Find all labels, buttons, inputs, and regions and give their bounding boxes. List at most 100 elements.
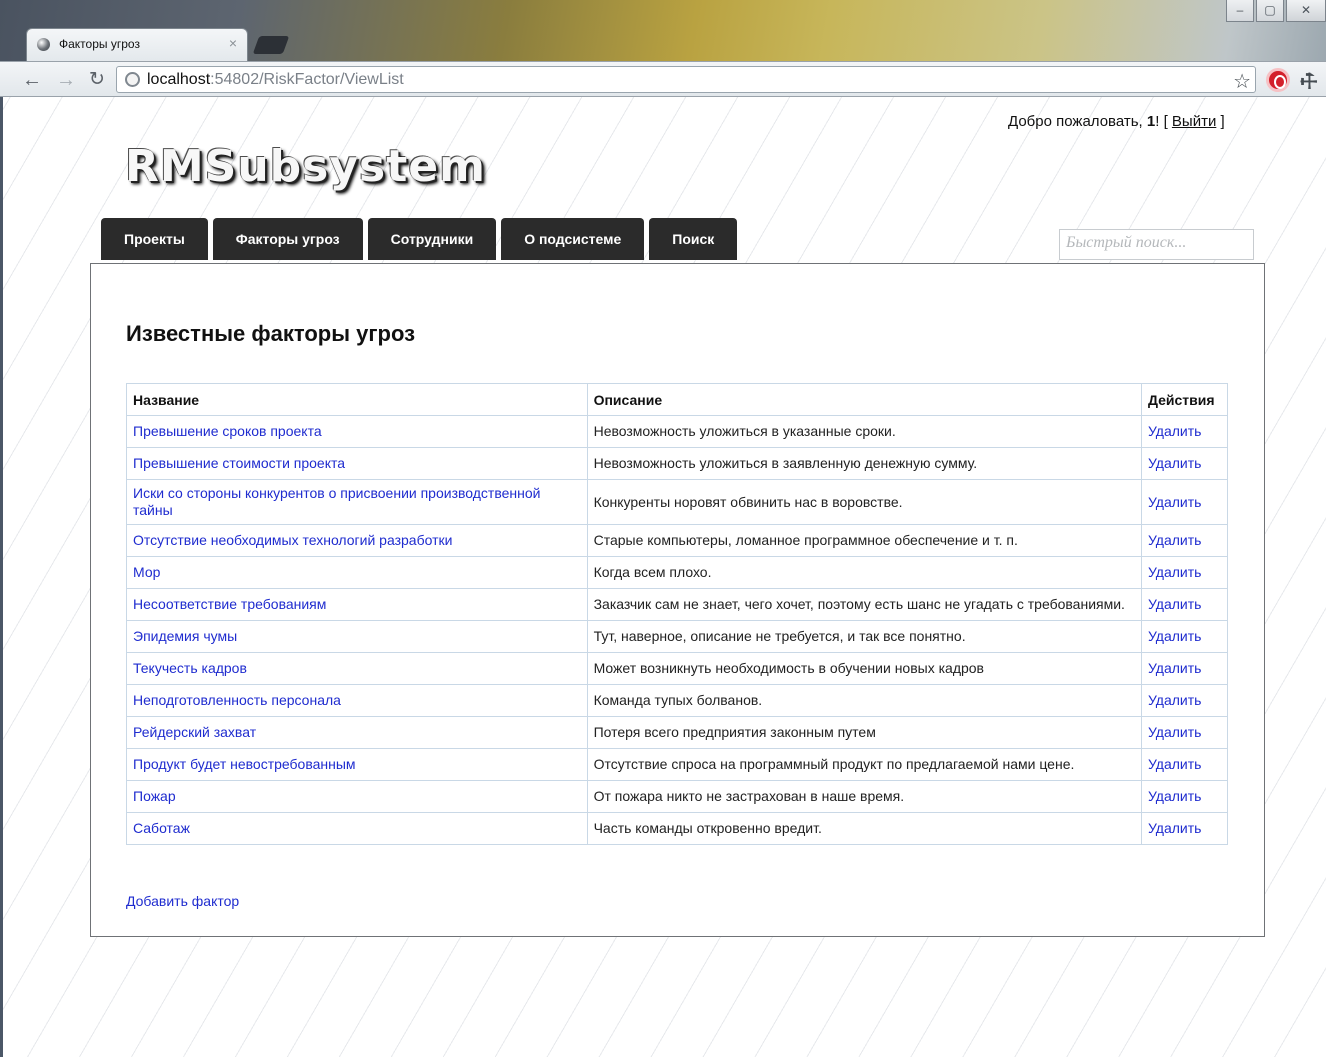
risk-name-cell: Мор bbox=[126, 556, 588, 589]
risk-name-link[interactable]: Продукт будет невостребованным bbox=[133, 756, 356, 772]
delete-link[interactable]: Удалить bbox=[1148, 423, 1201, 439]
minimize-button[interactable]: – bbox=[1226, 0, 1254, 22]
window-controls: – ▢ ✕ bbox=[1224, 0, 1326, 24]
star-icon[interactable]: ☆ bbox=[1233, 69, 1251, 94]
risk-name-link[interactable]: Рейдерский захват bbox=[133, 724, 256, 740]
page-title: Известные факторы угроз bbox=[126, 321, 416, 346]
risk-name-cell: Саботаж bbox=[126, 812, 588, 845]
risk-name-link[interactable]: Пожар bbox=[133, 788, 176, 804]
forward-arrow-icon[interactable]: → bbox=[56, 68, 76, 92]
risk-name-cell: Рейдерский захват bbox=[126, 716, 588, 749]
delete-link[interactable]: Удалить bbox=[1148, 820, 1201, 836]
wrench-icon[interactable]: ⚒ bbox=[1294, 66, 1324, 96]
page-favicon-icon bbox=[37, 38, 50, 51]
risk-name-link[interactable]: Превышение стоимости проекта bbox=[133, 455, 345, 471]
delete-link[interactable]: Удалить bbox=[1148, 756, 1201, 772]
risk-name-cell: Эпидемия чумы bbox=[126, 620, 588, 653]
risk-name-cell: Несоответствие требованиям bbox=[126, 588, 588, 621]
delete-link[interactable]: Удалить bbox=[1148, 564, 1201, 580]
delete-link[interactable]: Удалить bbox=[1148, 596, 1201, 612]
menu-projects[interactable]: Проекты bbox=[101, 218, 208, 260]
risk-name-link[interactable]: Отсутствие необходимых технологий разраб… bbox=[133, 532, 452, 548]
risk-actions-cell: Удалить bbox=[1140, 479, 1229, 525]
risk-name-cell: Пожар bbox=[126, 780, 588, 813]
risk-actions-cell: Удалить bbox=[1140, 652, 1229, 685]
table-row: Иски со стороны конкурентов о присвоении… bbox=[126, 479, 1229, 525]
welcome-message: Добро пожаловать, 1! [ Выйти ] bbox=[1008, 113, 1225, 130]
risk-actions-cell: Удалить bbox=[1140, 620, 1229, 653]
menu-risk-factors[interactable]: Факторы угроз bbox=[212, 218, 363, 260]
table-row: Превышение стоимости проекта Невозможност… bbox=[126, 447, 1229, 480]
column-header-actions: Действия bbox=[1140, 383, 1229, 416]
risk-name-link[interactable]: Несоответствие требованиям bbox=[133, 596, 326, 612]
page-viewport: Добро пожаловать, 1! [ Выйти ] RMSubsyst… bbox=[0, 97, 1326, 1057]
risk-description-cell: Отсутствие спроса на программный продукт… bbox=[586, 748, 1142, 781]
risk-actions-cell: Удалить bbox=[1140, 556, 1229, 589]
table-row: Рейдерский захват Потеря всего предприяти… bbox=[126, 716, 1229, 749]
risk-name-link[interactable]: Неподготовленность персонала bbox=[133, 692, 341, 708]
browser-chrome: Факторы угроз × – ▢ ✕ ← → ↻ localhost:54… bbox=[0, 0, 1326, 97]
tab-strip: Факторы угроз × – ▢ ✕ bbox=[0, 0, 1326, 62]
table-row: Несоответствие требованиям Заказчик сам н… bbox=[126, 588, 1229, 621]
risk-description-cell: Команда тупых болванов. bbox=[586, 684, 1142, 717]
column-header-description: Описание bbox=[586, 383, 1142, 416]
risk-name-cell: Текучесть кадров bbox=[126, 652, 588, 685]
add-factor-link[interactable]: Добавить фактор bbox=[126, 893, 239, 909]
delete-link[interactable]: Удалить bbox=[1148, 628, 1201, 644]
risk-actions-cell: Удалить bbox=[1140, 780, 1229, 813]
table-row: Текучесть кадров Может возникнуть необход… bbox=[126, 652, 1229, 685]
column-header-name: Название bbox=[126, 383, 588, 416]
risk-actions-cell: Удалить bbox=[1140, 812, 1229, 845]
delete-link[interactable]: Удалить bbox=[1148, 532, 1201, 548]
menu-search[interactable]: Поиск bbox=[649, 218, 738, 260]
risk-actions-cell: Удалить bbox=[1140, 684, 1229, 717]
risk-name-cell: Отсутствие необходимых технологий разраб… bbox=[126, 524, 588, 557]
username: 1 bbox=[1146, 113, 1156, 130]
risk-name-link[interactable]: Саботаж bbox=[133, 820, 190, 836]
risk-name-cell: Неподготовленность персонала bbox=[126, 684, 588, 717]
menu-employees[interactable]: Сотрудники bbox=[367, 218, 497, 260]
menu-about[interactable]: О подсистеме bbox=[501, 218, 645, 260]
risk-description-cell: От пожара никто не застрахован в наше вр… bbox=[586, 780, 1142, 813]
address-bar[interactable]: localhost:54802/RiskFactor/ViewList ☆ bbox=[116, 66, 1256, 93]
delete-link[interactable]: Удалить bbox=[1148, 660, 1201, 676]
risk-description-cell: Часть команды откровенно вредит. bbox=[586, 812, 1142, 845]
risk-name-link[interactable]: Текучесть кадров bbox=[133, 660, 247, 676]
table-row: Эпидемия чумы Тут, наверное, описание не … bbox=[126, 620, 1229, 653]
tab-close-icon[interactable]: × bbox=[229, 35, 237, 51]
risk-name-link[interactable]: Превышение сроков проекта bbox=[133, 423, 322, 439]
table-body: Превышение сроков проекта Невозможность у… bbox=[126, 415, 1229, 845]
risk-description-cell: Может возникнуть необходимость в обучени… bbox=[586, 652, 1142, 685]
risk-name-link[interactable]: Эпидемия чумы bbox=[133, 628, 237, 644]
browser-toolbar: ← → ↻ localhost:54802/RiskFactor/ViewLis… bbox=[0, 61, 1326, 97]
main-content: Известные факторы угроз Название Описани… bbox=[90, 263, 1265, 937]
site-logo[interactable]: RMSubsystem bbox=[125, 141, 486, 192]
logout-link[interactable]: Выйти bbox=[1172, 113, 1216, 130]
new-tab-button[interactable] bbox=[252, 36, 290, 54]
table-row: Пожар От пожара никто не застрахован в на… bbox=[126, 780, 1229, 813]
risk-description-cell: Тут, наверное, описание не требуется, и … bbox=[586, 620, 1142, 653]
close-window-button[interactable]: ✕ bbox=[1286, 0, 1326, 22]
main-menu: Проекты Факторы угроз Сотрудники О подси… bbox=[101, 218, 742, 260]
delete-link[interactable]: Удалить bbox=[1148, 724, 1201, 740]
risk-actions-cell: Удалить bbox=[1140, 748, 1229, 781]
risk-description-cell: Невозможность уложиться в указанные срок… bbox=[586, 415, 1142, 448]
risk-description-cell: Когда всем плохо. bbox=[586, 556, 1142, 589]
risk-name-link[interactable]: Иски со стороны конкурентов о присвоении… bbox=[133, 485, 540, 518]
risk-description-cell: Конкуренты норовят обвинить нас в воровс… bbox=[586, 479, 1142, 525]
adblock-icon[interactable] bbox=[1266, 68, 1290, 92]
back-arrow-icon[interactable]: ← bbox=[22, 68, 42, 92]
risk-name-cell: Превышение стоимости проекта bbox=[126, 447, 588, 480]
risk-name-link[interactable]: Мор bbox=[133, 564, 160, 580]
delete-link[interactable]: Удалить bbox=[1148, 788, 1201, 804]
table-header-row: Название Описание Действия bbox=[126, 383, 1229, 416]
risk-actions-cell: Удалить bbox=[1140, 447, 1229, 480]
delete-link[interactable]: Удалить bbox=[1148, 494, 1201, 510]
url-text[interactable]: localhost:54802/RiskFactor/ViewList bbox=[147, 71, 404, 89]
reload-icon[interactable]: ↻ bbox=[89, 68, 105, 92]
delete-link[interactable]: Удалить bbox=[1148, 455, 1201, 471]
quick-search-input[interactable]: Быстрый поиск... bbox=[1059, 229, 1254, 260]
maximize-button[interactable]: ▢ bbox=[1256, 0, 1284, 22]
browser-tab[interactable]: Факторы угроз × bbox=[26, 28, 248, 62]
delete-link[interactable]: Удалить bbox=[1148, 692, 1201, 708]
